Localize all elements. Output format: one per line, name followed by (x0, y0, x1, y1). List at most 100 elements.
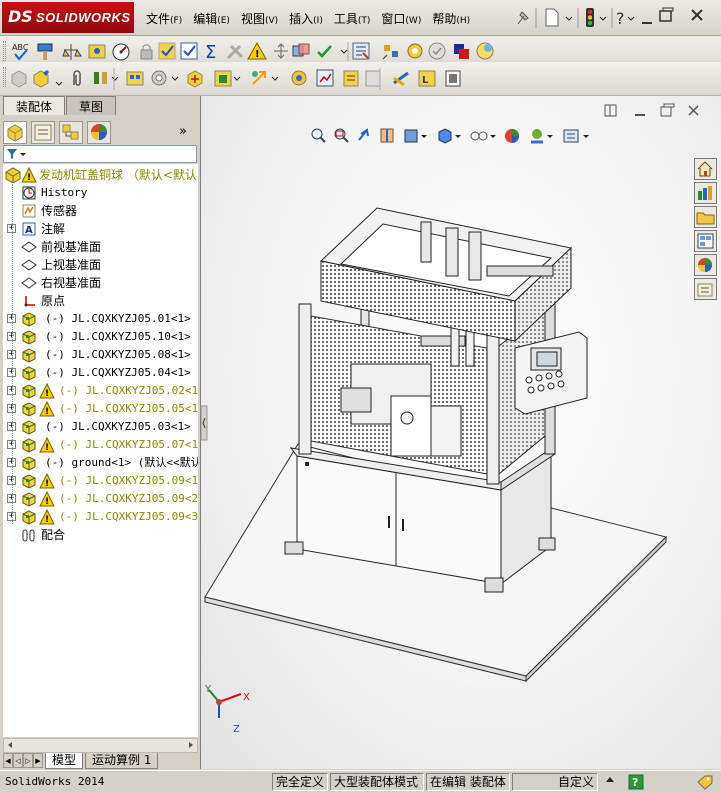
tree-item[interactable]: 传感器 (3, 202, 198, 220)
new-document-icon[interactable] (545, 8, 573, 27)
solidworks-logo[interactable]: DS SOLIDWORKS (2, 2, 134, 33)
reference-geometry-icon[interactable] (291, 70, 307, 86)
bill-of-materials-icon[interactable] (343, 70, 359, 87)
help-icon[interactable]: ? (616, 9, 635, 28)
tree-item[interactable]: 前视基准面 (3, 238, 198, 256)
tree-item[interactable]: 上视基准面 (3, 256, 198, 274)
tree-item[interactable]: + (-) JL.CQXKYZJ05.03<1> (默 (3, 418, 198, 436)
spell-check-icon[interactable]: ABC (12, 43, 29, 61)
paperclip-icon[interactable] (73, 70, 81, 86)
task-pane-resources-button[interactable] (694, 182, 717, 204)
show-hidden-icon[interactable] (214, 70, 241, 87)
lock-icon[interactable] (140, 44, 153, 60)
property-manager-tab[interactable] (31, 121, 55, 144)
exploded-line-sketch-icon[interactable] (365, 70, 381, 87)
auto-balloon-icon[interactable] (88, 44, 106, 59)
feature-manager-tab[interactable] (3, 121, 27, 144)
units-up-arrow-icon[interactable] (606, 777, 614, 782)
first-tab-button[interactable]: ◀ (3, 753, 13, 768)
task-pane-view-palette-button[interactable] (694, 230, 717, 252)
explode-line-icon[interactable] (407, 43, 423, 59)
new-part-icon[interactable] (33, 70, 63, 88)
expand-panel-icon[interactable]: » (179, 124, 187, 139)
select-box-icon[interactable] (158, 42, 176, 60)
menu-edit[interactable]: 编辑(E) (193, 8, 230, 29)
exploded-view-icon[interactable] (382, 45, 398, 60)
tree-item[interactable]: + (-) JL.CQXKYZJ05.08<1> (默 (3, 346, 198, 364)
configuration-manager-tab[interactable] (59, 121, 83, 144)
tree-horizontal-scrollbar[interactable] (3, 738, 198, 753)
menu-insert[interactable]: 插入(I) (289, 8, 323, 29)
menu-view[interactable]: 视图(V) (241, 8, 278, 29)
tree-item[interactable]: 配合 (3, 526, 198, 544)
close-icon[interactable] (691, 9, 703, 21)
next-tab-button[interactable]: ▷ (23, 753, 33, 768)
render-icon[interactable] (476, 42, 494, 60)
tab-sketch[interactable]: 草图 (66, 96, 117, 115)
insert-component-icon[interactable] (11, 70, 27, 88)
configuration-icon (62, 124, 79, 140)
performance-evaluation-icon[interactable] (112, 43, 130, 61)
tree-item[interactable]: +! (-) JL.CQXKYZJ05.02<1> (3, 382, 198, 400)
tree-item[interactable]: 右视基准面 (3, 274, 198, 292)
isolate-icon[interactable] (428, 42, 446, 60)
tree-item[interactable]: + A 注解 (3, 220, 198, 238)
clearance-check-icon[interactable] (317, 45, 332, 58)
tree-item[interactable]: + (-) JL.CQXKYZJ05.01<1> (默 (3, 310, 198, 328)
interference-icon[interactable] (292, 43, 310, 57)
mates-icon (22, 529, 35, 542)
tab-assembly[interactable]: 装配体 (3, 96, 66, 115)
tree-filter-field[interactable] (3, 145, 197, 163)
format-painter-icon[interactable] (37, 43, 53, 60)
smart-fasteners-icon[interactable] (151, 70, 179, 86)
prev-tab-button[interactable]: ◁ (13, 753, 23, 768)
checkbox-icon[interactable] (180, 42, 198, 60)
panel-collapse-handle[interactable] (201, 405, 208, 441)
snapshot-icon[interactable] (445, 70, 461, 87)
pin-icon[interactable] (517, 11, 529, 25)
move-component-icon[interactable] (187, 70, 203, 88)
tree-item[interactable]: +! (-) JL.CQXKYZJ05.09<1> (3, 472, 198, 490)
appearance-icon[interactable] (454, 44, 469, 59)
instant3d-icon[interactable] (393, 71, 409, 87)
task-pane-custom-properties-button[interactable] (694, 278, 717, 300)
align-icon[interactable] (274, 43, 288, 59)
tree-root-assembly[interactable]: ! 发动机缸盖铜球 （默认<默认 (3, 166, 198, 184)
tree-item[interactable]: + (-) JL.CQXKYZJ05.10<1> (默 (3, 328, 198, 346)
menu-file[interactable]: 文件(F) (146, 8, 182, 29)
assembly-model[interactable]: Y X Z (201, 96, 721, 769)
tree-item[interactable]: + (-) JL.CQXKYZJ05.04<1> (默 (3, 364, 198, 382)
task-pane-file-explorer-button[interactable] (694, 206, 717, 228)
tab-motion-study[interactable]: 运动算例 1 (85, 753, 159, 769)
balloon-icon[interactable] (62, 44, 82, 60)
restore-icon[interactable] (659, 7, 674, 22)
status-units[interactable]: 自定义 (512, 773, 598, 791)
status-help-icon[interactable]: ? (628, 774, 644, 790)
large-assembly-mode-icon[interactable]: L (418, 70, 436, 87)
task-pane-home-button[interactable] (694, 158, 717, 180)
tab-model[interactable]: 模型 (45, 753, 84, 769)
tools-icon[interactable] (226, 44, 244, 60)
last-tab-button[interactable]: ▶ (33, 753, 43, 768)
hole-alignment-icon[interactable] (352, 42, 370, 60)
task-pane-appearances-button[interactable] (694, 254, 717, 276)
graphics-area[interactable]: Y X Z (201, 96, 721, 769)
display-manager-tab[interactable] (87, 121, 111, 144)
tree-item[interactable]: 原点 (3, 292, 198, 310)
status-tag-icon[interactable] (696, 774, 714, 790)
traffic-light-icon[interactable] (586, 8, 607, 27)
tree-item[interactable]: +! (-) JL.CQXKYZJ05.09<3> (3, 508, 198, 526)
menu-window[interactable]: 窗口(W) (381, 8, 421, 29)
tree-item[interactable]: +! (-) JL.CQXKYZJ05.09<2> (3, 490, 198, 508)
menu-help[interactable]: 帮助(H) (432, 8, 470, 29)
tree-item[interactable]: +! (-) JL.CQXKYZJ05.05<1> (3, 400, 198, 418)
linear-pattern-icon[interactable] (126, 71, 144, 86)
tree-item[interactable]: +! (-) JL.CQXKYZJ05.07<1> (3, 436, 198, 454)
new-motion-study-icon[interactable] (316, 69, 334, 87)
warning-icon[interactable]: ! (247, 41, 267, 60)
tree-item[interactable]: History (3, 184, 198, 202)
assembly-features-icon[interactable] (252, 71, 279, 85)
sum-icon[interactable]: Σ (205, 42, 216, 63)
tree-item[interactable]: + (-) ground<1> (默认<<默认> (3, 454, 198, 472)
menu-tools[interactable]: 工具(T) (334, 8, 371, 29)
